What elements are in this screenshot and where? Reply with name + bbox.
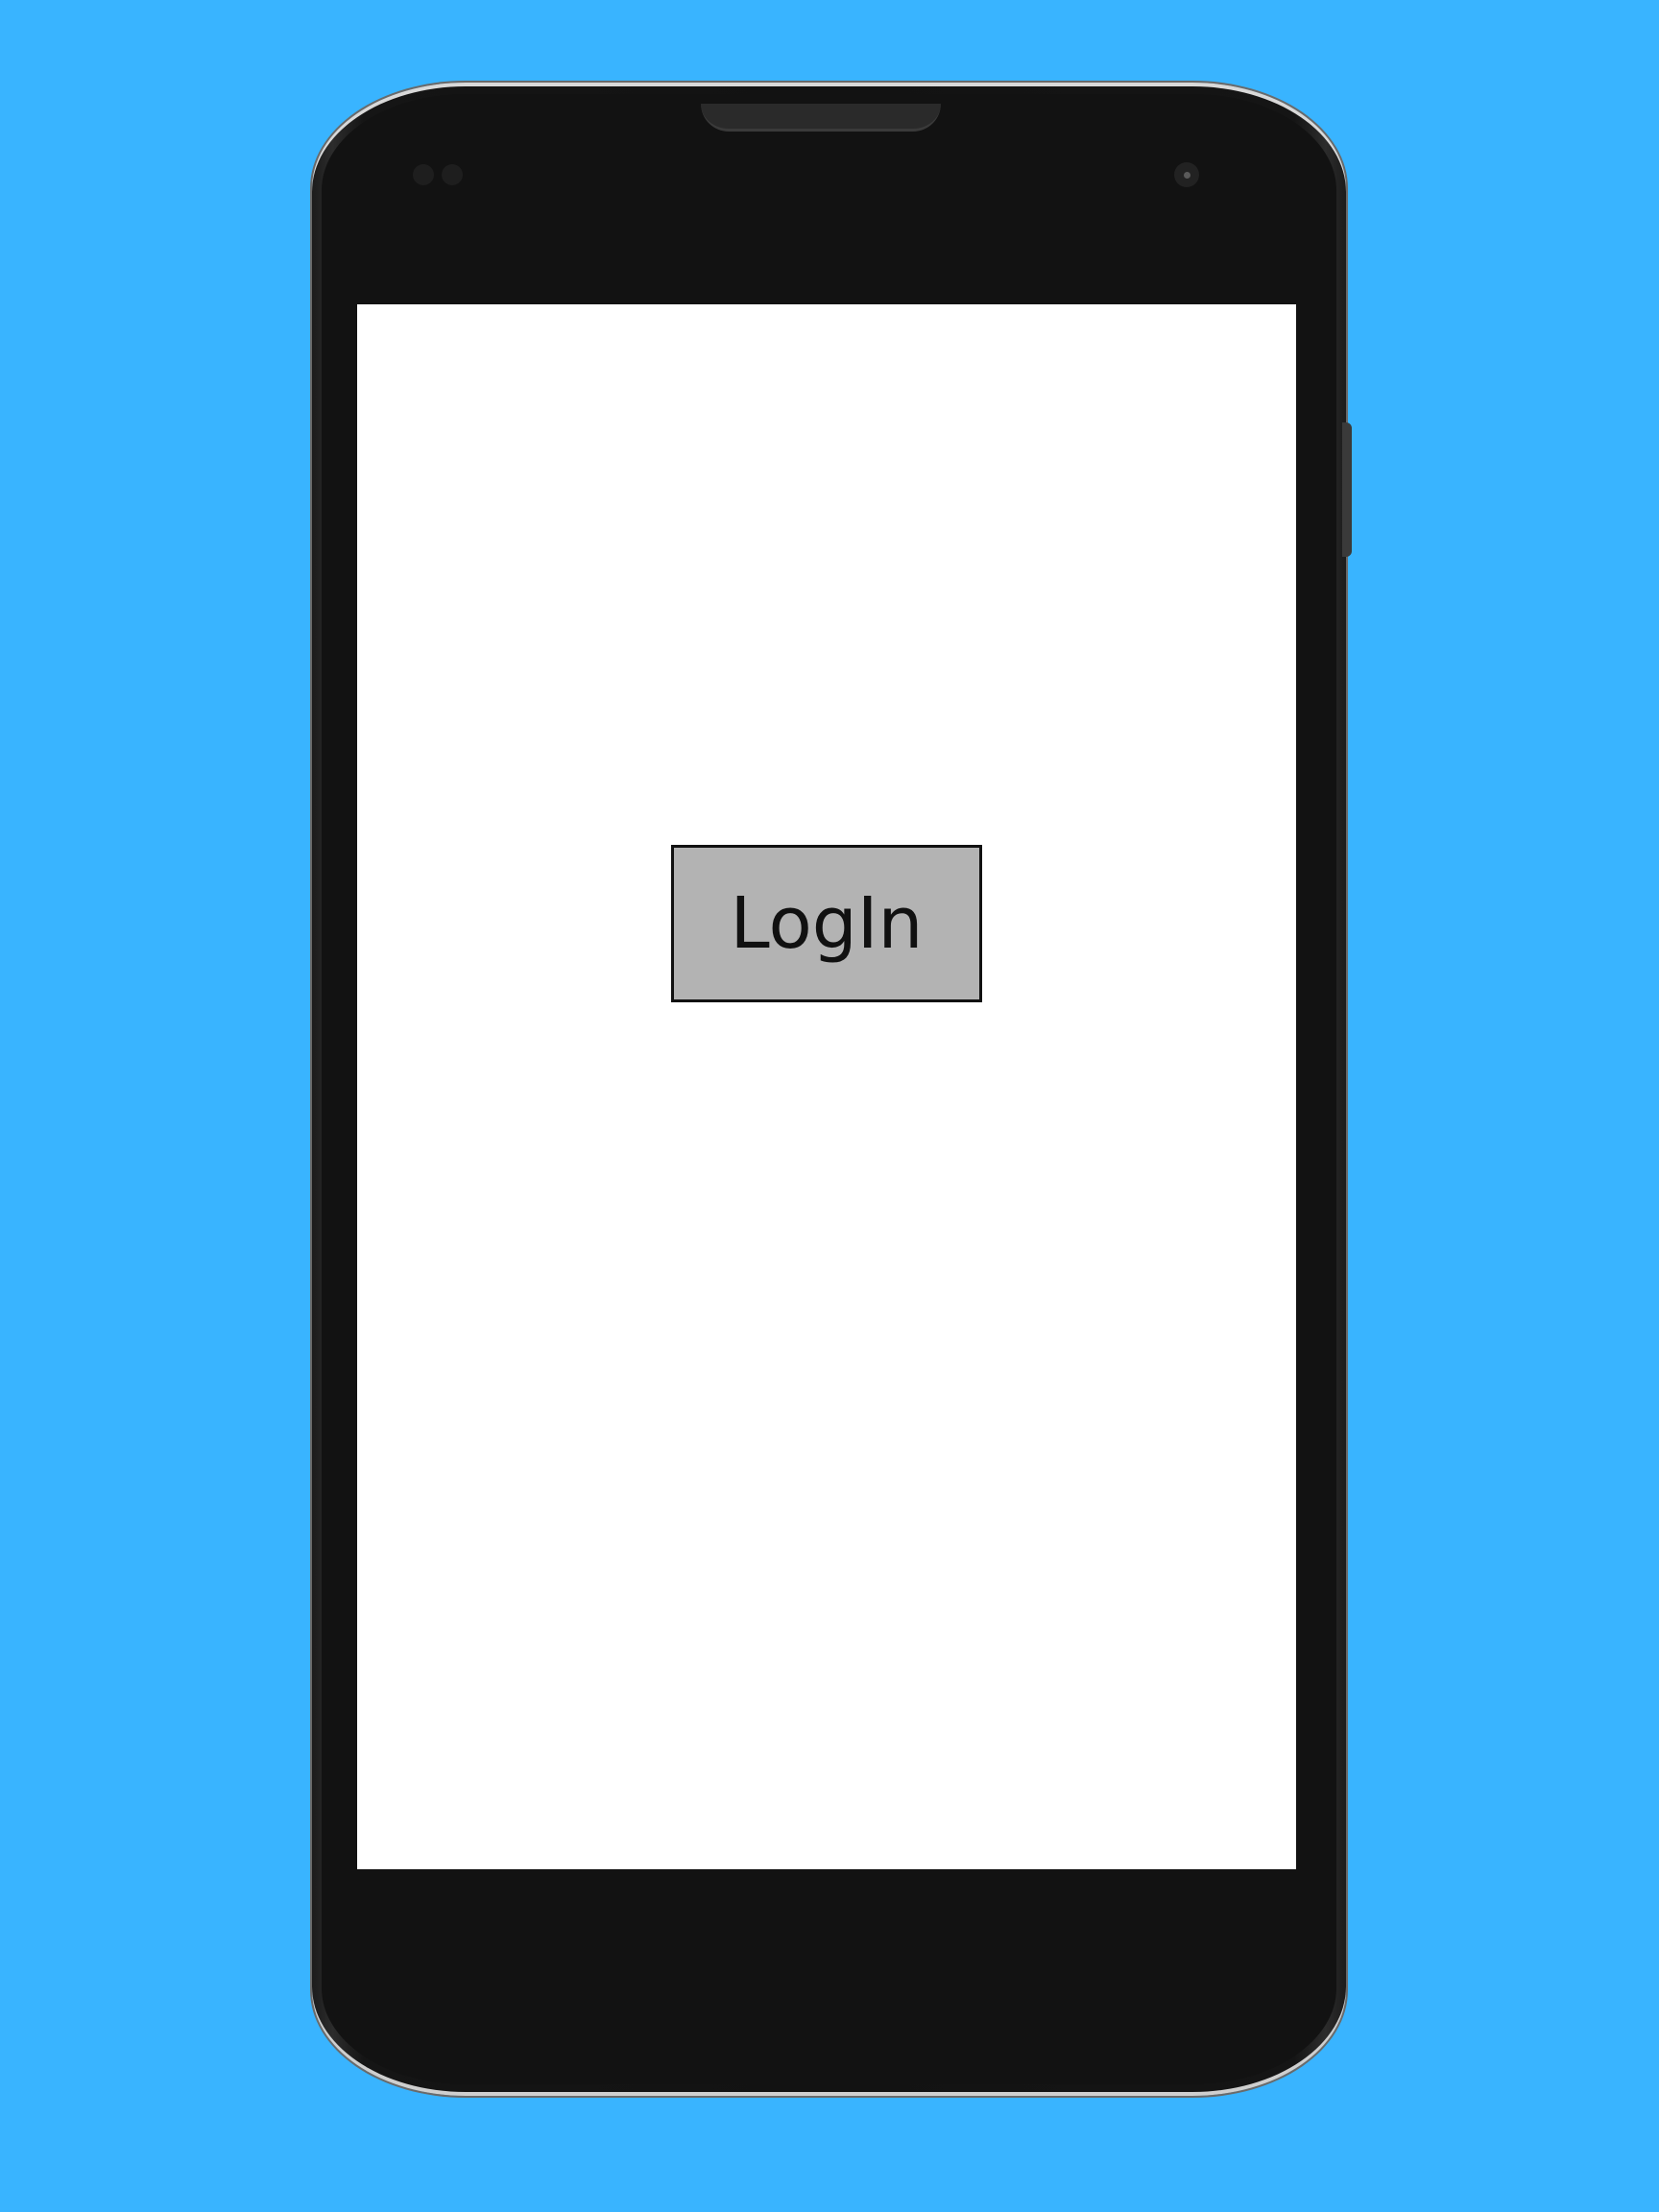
phone-screen: LogIn [357, 304, 1296, 1869]
proximity-sensor-icon [413, 164, 463, 185]
login-button[interactable]: LogIn [671, 845, 982, 1002]
speaker-grille-icon [701, 104, 941, 132]
front-camera-icon [1174, 162, 1199, 187]
power-button[interactable] [1342, 422, 1352, 557]
sensor-dot [442, 164, 463, 185]
sensor-dot [413, 164, 434, 185]
